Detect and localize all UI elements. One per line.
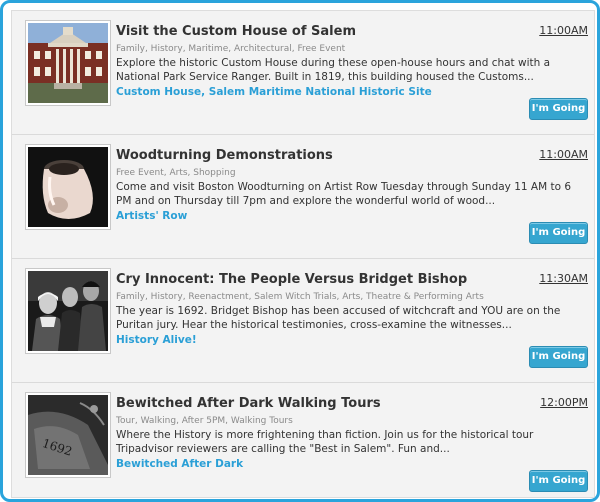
event-tags: Family, History, Maritime, Architectural… [116, 44, 346, 54]
actors-photo [28, 271, 108, 351]
event-description: Where the History is more frightening th… [116, 429, 534, 455]
event-tags: Free Event, Arts, Shopping [116, 168, 236, 178]
event-item: 1692 Bewitched After Dark Walking Tours … [12, 383, 594, 499]
event-tags: Tour, Walking, After 5PM, Walking Tours [116, 416, 293, 426]
event-list: Visit the Custom House of Salem 11:00AM … [11, 10, 595, 498]
event-time: 12:00PM [540, 396, 588, 409]
im-going-button[interactable]: I'm Going [529, 222, 588, 244]
event-list-frame: Visit the Custom House of Salem 11:00AM … [0, 0, 600, 502]
event-location-link[interactable]: Artists' Row [116, 210, 187, 222]
event-thumbnail[interactable] [25, 20, 111, 106]
event-thumbnail[interactable] [25, 144, 111, 230]
event-location-link[interactable]: History Alive! [116, 334, 197, 346]
event-description: The year is 1692. Bridget Bishop has bee… [116, 305, 561, 331]
event-tags: Family, History, Reenactment, Salem Witc… [116, 292, 484, 302]
im-going-button[interactable]: I'm Going [529, 98, 588, 120]
event-time: 11:30AM [539, 272, 588, 285]
event-description: Come and visit Boston Woodturning on Art… [116, 181, 572, 207]
im-going-button[interactable]: I'm Going [529, 470, 588, 492]
event-location-link[interactable]: Bewitched After Dark [116, 458, 243, 470]
event-thumbnail[interactable] [25, 268, 111, 354]
event-item: Woodturning Demonstrations 11:00AM Free … [12, 135, 594, 259]
event-item: Visit the Custom House of Salem 11:00AM … [12, 11, 594, 135]
event-item: Cry Innocent: The People Versus Bridget … [12, 259, 594, 383]
wood-vessel-photo [28, 147, 108, 227]
event-description: Explore the historic Custom House during… [116, 57, 551, 83]
gravestone-photo: 1692 [28, 395, 108, 475]
event-title[interactable]: Woodturning Demonstrations [116, 148, 333, 163]
event-thumbnail[interactable]: 1692 [25, 392, 111, 478]
event-location-link[interactable]: Custom House, Salem Maritime National Hi… [116, 86, 432, 98]
event-title[interactable]: Bewitched After Dark Walking Tours [116, 396, 381, 411]
event-time: 11:00AM [539, 148, 588, 161]
im-going-button[interactable]: I'm Going [529, 346, 588, 368]
event-time: 11:00AM [539, 24, 588, 37]
custom-house-photo [28, 23, 108, 103]
event-title[interactable]: Visit the Custom House of Salem [116, 24, 356, 39]
event-title[interactable]: Cry Innocent: The People Versus Bridget … [116, 272, 467, 287]
